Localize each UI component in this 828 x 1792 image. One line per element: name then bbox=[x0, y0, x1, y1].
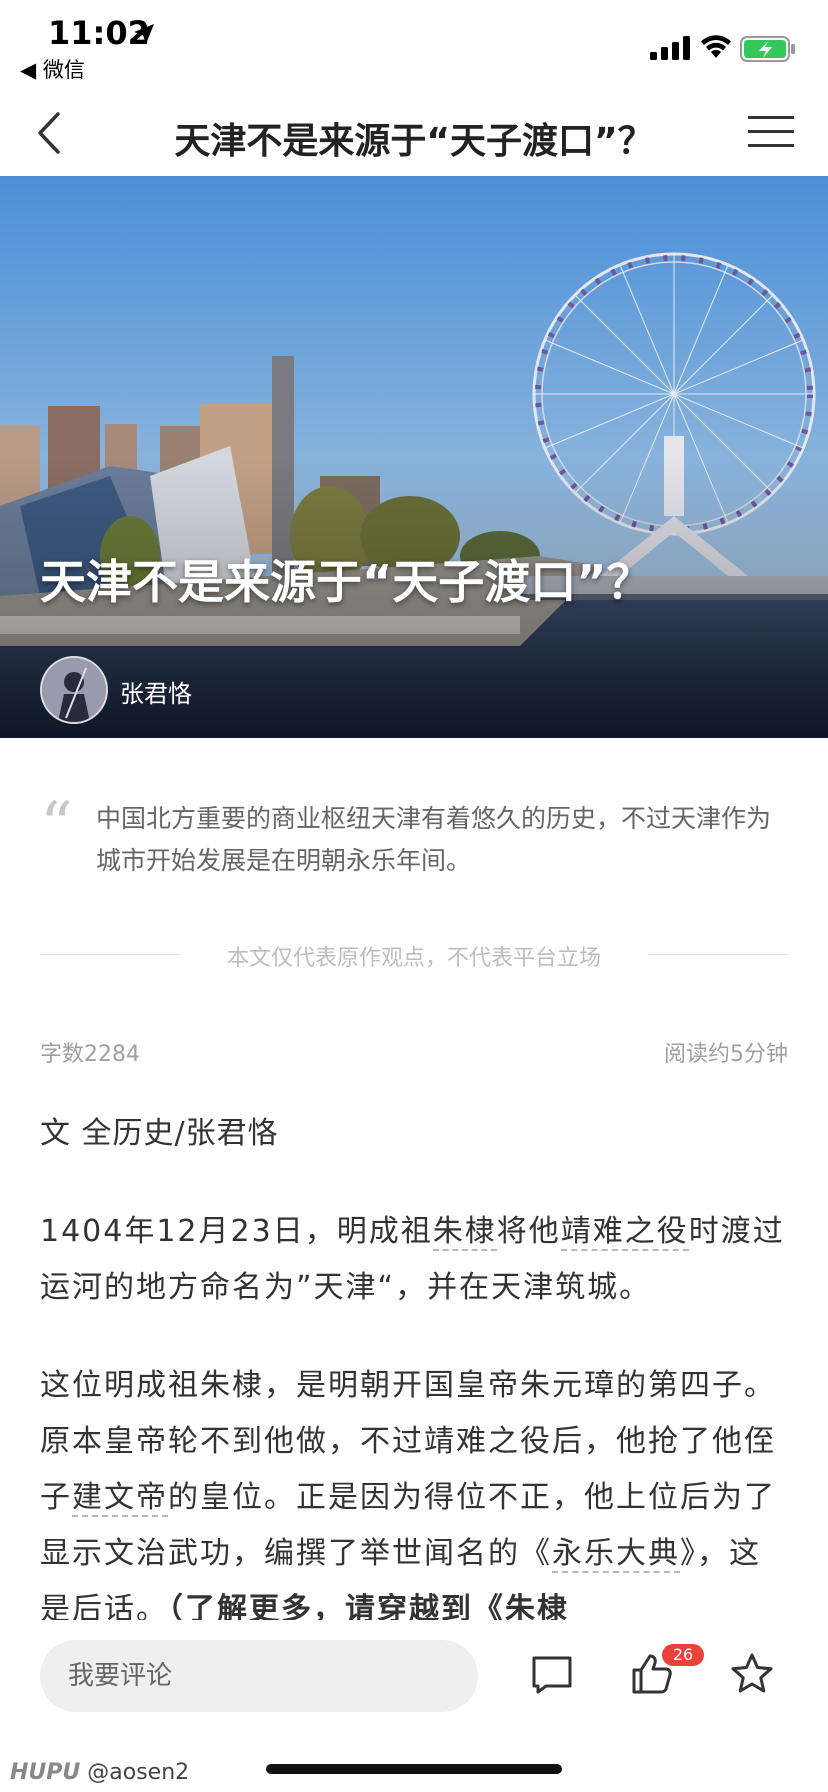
watermark-brand: HUPU bbox=[10, 1760, 81, 1785]
location-arrow-icon bbox=[134, 24, 154, 44]
text-run: 将他 bbox=[496, 1214, 561, 1249]
page-title: 天津不是来源于“天子渡口”？ bbox=[174, 121, 654, 162]
like-count-badge: 26 bbox=[662, 1644, 704, 1666]
entity-link[interactable]: 建文帝 bbox=[72, 1480, 168, 1517]
chevron-left-icon[interactable] bbox=[30, 108, 70, 158]
back-to-wechat[interactable]: ◀ 微信 bbox=[20, 54, 85, 84]
quote-mark-icon: “ bbox=[40, 789, 73, 863]
entity-link[interactable]: 永乐大典 bbox=[552, 1536, 680, 1573]
paragraph: 这位明成祖朱棣，是明朝开国皇帝朱元璋的第四子。原本皇帝轮不到他做，不过靖难之役后… bbox=[40, 1358, 790, 1638]
home-indicator[interactable] bbox=[266, 1764, 562, 1774]
disclaimer: 本文仅代表原作观点，不代表平台立场 bbox=[226, 946, 601, 971]
watermark: HUPU @aosen2 bbox=[10, 1760, 189, 1785]
article-meta: 字数2284 阅读约5分钟 bbox=[40, 1036, 788, 1067]
read-time: 阅读约5分钟 bbox=[664, 1042, 788, 1067]
disclaimer-row: 本文仅代表原作观点，不代表平台立场 bbox=[40, 940, 788, 971]
bottom-action-bar: 26 bbox=[0, 1620, 828, 1732]
article-summary: “ 中国北方重要的商业枢纽天津有着悠久的历史，不过天津作为城市开始发展是在明朝永… bbox=[0, 738, 828, 878]
comment-icon[interactable] bbox=[528, 1650, 576, 1698]
hero-title: 天津不是来源于“天子渡口”？ bbox=[40, 555, 653, 609]
cellular-signal-icon bbox=[650, 36, 690, 60]
paragraph: 1404年12月23日，明成祖朱棣将他靖难之役时渡过运河的地方命名为”天津“，并… bbox=[40, 1204, 790, 1316]
avatar[interactable] bbox=[40, 656, 108, 724]
article-body: 1404年12月23日，明成祖朱棣将他靖难之役时渡过运河的地方命名为”天津“，并… bbox=[40, 1204, 790, 1680]
author-name[interactable]: 张君恪 bbox=[120, 674, 192, 709]
navigation-bar: 天津不是来源于“天子渡口”？ bbox=[0, 88, 828, 177]
word-count: 字数2284 bbox=[40, 1042, 140, 1067]
hamburger-icon[interactable] bbox=[748, 112, 794, 152]
summary-text: 中国北方重要的商业枢纽天津有着悠久的历史，不过天津作为城市开始发展是在明朝永乐年… bbox=[96, 804, 772, 875]
comment-input[interactable] bbox=[40, 1640, 478, 1712]
wifi-icon bbox=[701, 35, 731, 58]
hero-image bbox=[0, 176, 828, 738]
entity-link[interactable]: 靖难之役 bbox=[560, 1214, 689, 1251]
text-run: 1404年12月23日，明成祖 bbox=[40, 1214, 433, 1249]
entity-link[interactable]: 朱棣 bbox=[432, 1214, 497, 1251]
hero-banner: 天津不是来源于“天子渡口”？ 张君恪 bbox=[0, 176, 828, 738]
divider bbox=[648, 954, 788, 955]
byline: 文 全历史/张君恪 bbox=[40, 1116, 279, 1151]
status-bar: 11:02 ◀ 微信 bbox=[0, 0, 828, 88]
star-icon[interactable] bbox=[728, 1650, 776, 1698]
watermark-user: @aosen2 bbox=[87, 1760, 190, 1785]
battery-charging-icon bbox=[740, 36, 795, 62]
